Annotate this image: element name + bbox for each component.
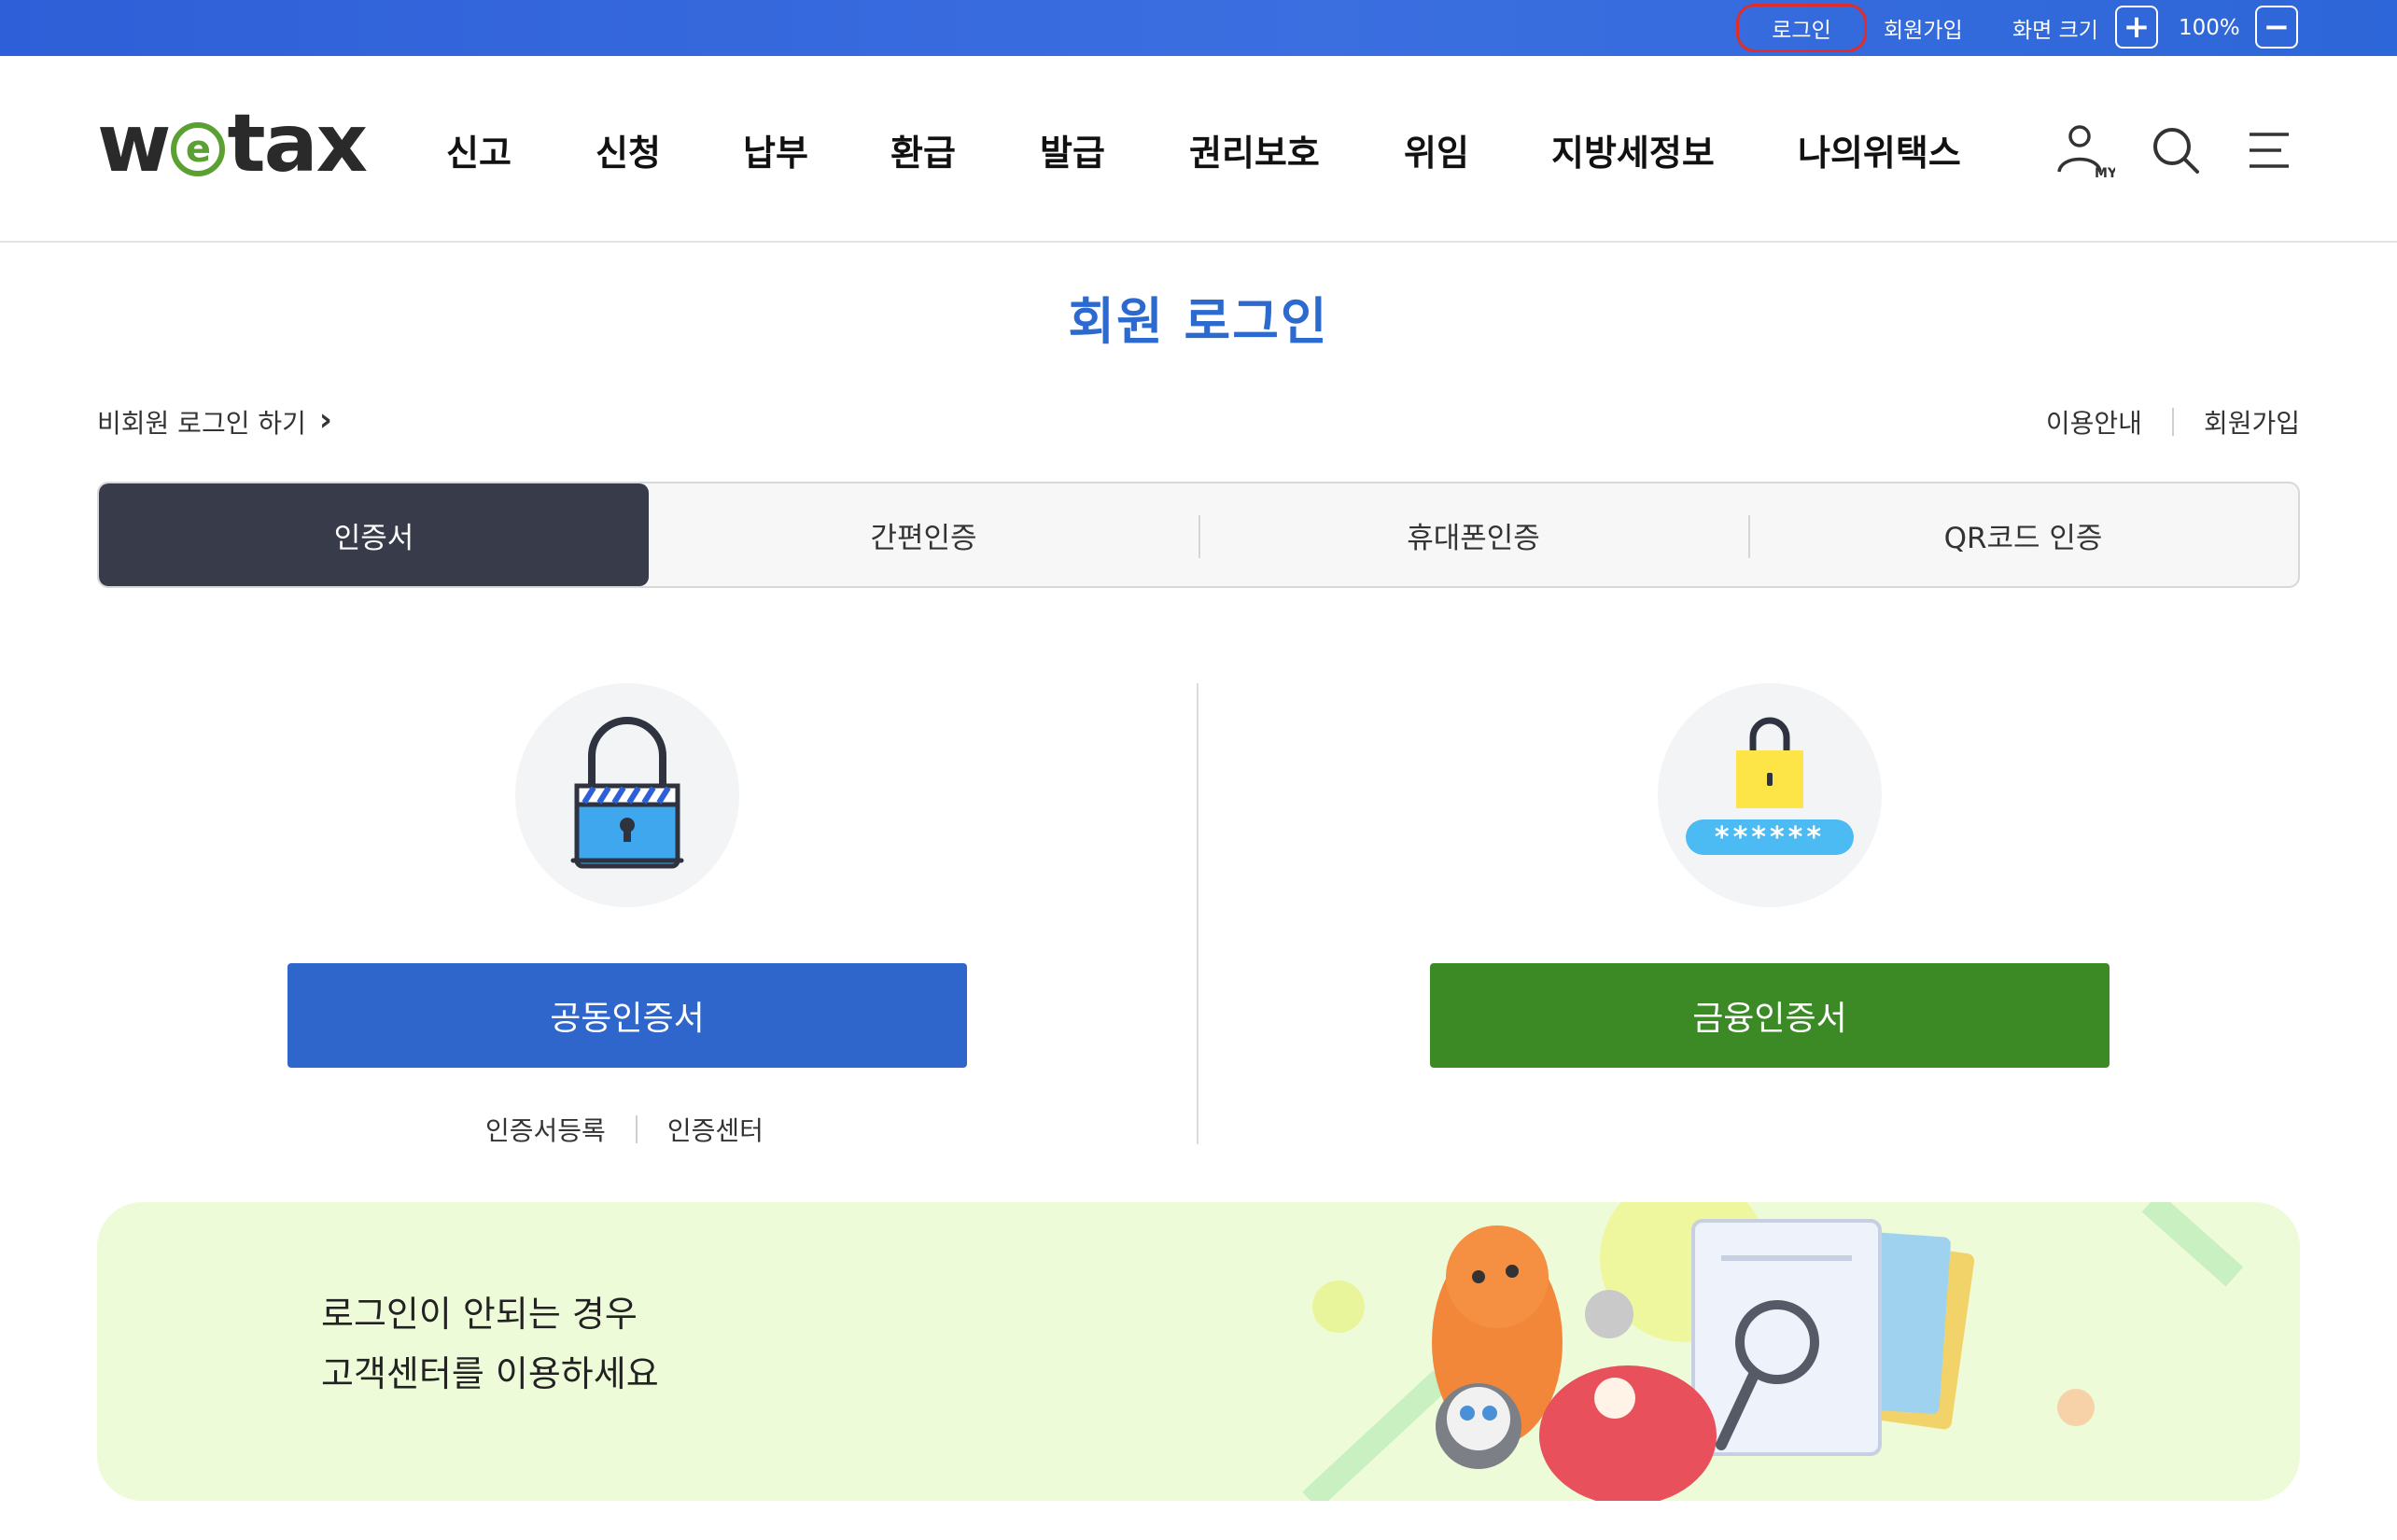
logo-tax: tax	[227, 97, 368, 190]
cert-register-link[interactable]: 인증서등록	[485, 1111, 606, 1148]
cert-center-link[interactable]: 인증센터	[667, 1111, 764, 1148]
guide-link[interactable]: 이용안내	[2046, 403, 2142, 441]
banner-text: 로그인이 안되는 경우 고객센터를 이용하세요	[321, 1284, 659, 1404]
menu-icon[interactable]	[2240, 119, 2302, 181]
password-mask-text: ******	[1714, 820, 1826, 854]
site-header: w e tax 신고 신청 납부 환급 발급 권리보호 위임 지방세정보 나의위택스…	[0, 56, 2397, 243]
tab-divider	[1748, 515, 1750, 558]
guest-login-link[interactable]: 비회원 로그인 하기 ›	[97, 401, 332, 441]
nav-refund[interactable]: 환급	[890, 123, 956, 175]
page-title: 회원 로그인	[1068, 292, 1329, 351]
nav-rights[interactable]: 권리보호	[1189, 123, 1320, 175]
tab-simple-auth-label: 간편인증	[870, 521, 977, 555]
nav-delegation[interactable]: 위임	[1404, 123, 1469, 175]
search-icon[interactable]	[2145, 119, 2207, 181]
logo-e-circle: e	[171, 122, 226, 176]
zoom-level: 100%	[2179, 16, 2240, 40]
tab-divider	[1198, 515, 1200, 558]
right-links: 이용안내 회원가입	[2046, 403, 2300, 441]
nav-apply[interactable]: 신청	[596, 123, 661, 175]
tab-qr-auth[interactable]: QR코드 인증	[1748, 483, 2298, 586]
nav-my-wetax[interactable]: 나의위택스	[1798, 123, 1961, 175]
padlock-icon	[570, 717, 684, 869]
zoom-in-button[interactable]: +	[2115, 6, 2158, 49]
help-banner[interactable]: 로그인이 안되는 경우 고객센터를 이용하세요	[97, 1202, 2300, 1501]
wetax-logo[interactable]: w e tax	[97, 97, 368, 190]
link-divider	[2171, 408, 2174, 436]
joint-cert-button[interactable]: 공동인증서	[287, 963, 967, 1068]
link-divider	[635, 1115, 638, 1143]
my-user-icon[interactable]: MY	[2054, 119, 2115, 181]
nav-issue[interactable]: 발급	[1040, 123, 1105, 175]
tab-qr-auth-label: QR코드 인증	[1943, 521, 2103, 555]
screen-size-label: 화면 크기	[2012, 19, 2098, 43]
chevron-right-icon: ›	[318, 401, 332, 439]
financial-cert-button[interactable]: 금융인증서	[1430, 963, 2110, 1068]
tab-phone-auth[interactable]: 휴대폰인증	[1198, 483, 1748, 586]
top-login-link[interactable]: 로그인	[1736, 4, 1867, 52]
nav-local-tax-info[interactable]: 지방세정보	[1551, 123, 1715, 175]
banner-line-2: 고객센터를 이용하세요	[321, 1353, 659, 1394]
guest-login-label: 비회원 로그인 하기	[97, 408, 306, 439]
logo-w: w	[97, 97, 171, 190]
banner-line-1: 로그인이 안되는 경우	[321, 1294, 638, 1335]
tab-certificate[interactable]: 인증서	[99, 483, 649, 586]
banner-illustration	[1302, 1202, 2244, 1501]
nav-payment[interactable]: 납부	[743, 123, 808, 175]
password-lock-icon	[1686, 717, 1854, 855]
join-link[interactable]: 회원가입	[2204, 403, 2300, 441]
method-divider	[1197, 683, 1198, 1144]
top-join-link[interactable]: 회원가입	[1884, 0, 1963, 56]
tab-simple-auth[interactable]: 간편인증	[649, 483, 1198, 586]
login-method-tabs: 인증서 간편인증 휴대폰인증 QR코드 인증	[97, 482, 2300, 588]
my-badge: MY	[2095, 166, 2115, 181]
top-utility-bar: 로그인 회원가입 화면 크기 + 100% −	[0, 0, 2397, 56]
zoom-out-button[interactable]: −	[2255, 6, 2298, 49]
cert-sub-links: 인증서등록 인증센터	[485, 1111, 764, 1148]
nav-report[interactable]: 신고	[446, 123, 512, 175]
tab-phone-auth-label: 휴대폰인증	[1407, 521, 1540, 555]
